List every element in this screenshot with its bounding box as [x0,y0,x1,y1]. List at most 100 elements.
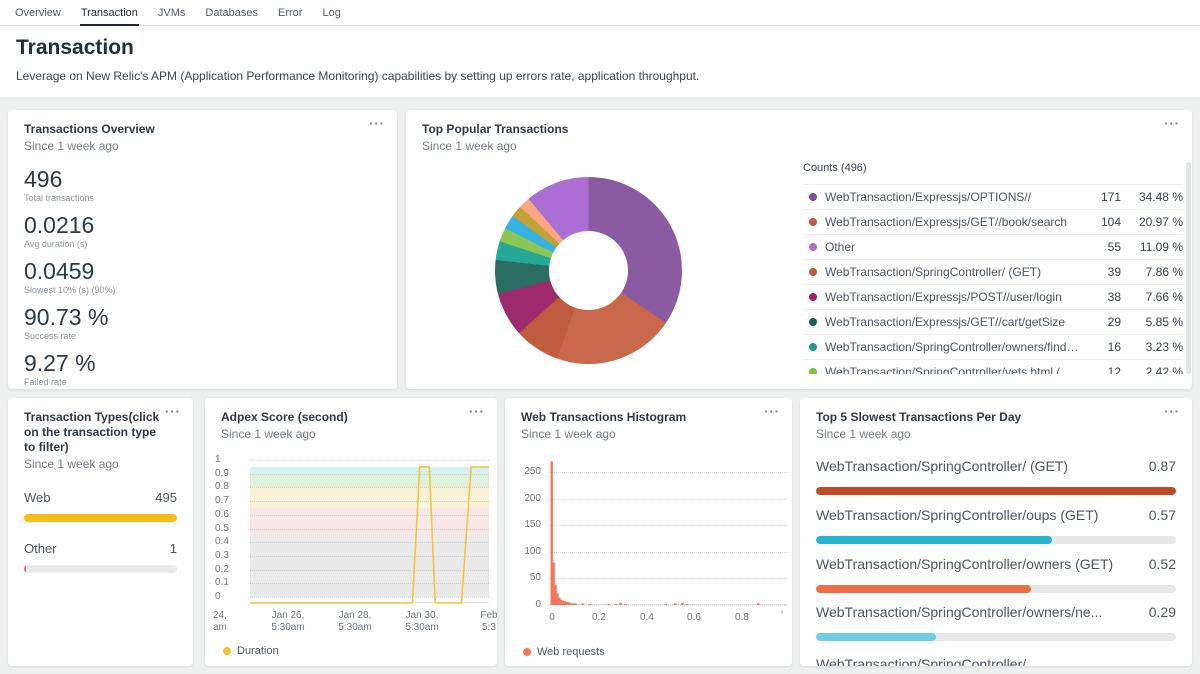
slow-transaction-row[interactable]: WebTransaction/SpringController/owners (… [816,556,1176,593]
card-subtitle: Since 1 week ago [221,427,481,441]
card-subtitle: Since 1 week ago [24,457,163,471]
transaction-pct: 20.97 % [1121,215,1183,229]
transaction-pct: 11.09 % [1121,240,1183,254]
legend-row[interactable]: WebTransaction/SpringController/ (GET) 3… [803,259,1183,284]
transaction-pct: 7.86 % [1121,265,1183,279]
type-bar-track [24,565,177,573]
slow-transaction-row[interactable]: WebTransaction/SpringController/owners/n… [816,604,1176,641]
type-value: 1 [170,541,177,556]
stat-value: 9.27 % [24,350,397,376]
series-color-dot [809,318,817,326]
transaction-name: WebTransaction/SpringController/... [816,656,1048,666]
ellipsis-menu-icon[interactable]: ··· [469,404,485,419]
stat-total-transactions: 496 Total transactions [24,166,397,203]
tab-bar: Overview Transaction JVMs Databases Erro… [0,0,1200,26]
histogram-chart[interactable] [548,460,787,605]
legend-row[interactable]: WebTransaction/Expressjs/OPTIONS// 171 3… [803,184,1183,209]
stat-value: 0.0216 [24,212,397,238]
transaction-name: WebTransaction/Expressjs/GET//book/searc… [825,215,1087,229]
top-popular-transactions-card: Top Popular Transactions Since 1 week ag… [406,110,1192,389]
page-title: Transaction [16,36,1200,60]
duration-bar-track [816,585,1176,593]
slow-transaction-row[interactable]: WebTransaction/SpringController/ (GET) 0… [816,458,1176,495]
transaction-count: 171 [1087,190,1121,204]
legend-label: Duration [237,645,279,657]
stat-success-rate: 90.73 % Success rate [24,304,397,341]
card-subtitle: Since 1 week ago [521,427,776,441]
card-subtitle: Since 1 week ago [816,427,1176,441]
transaction-pct: 2.42 % [1121,365,1183,374]
stat-label: Failed rate [24,377,397,387]
stat-failed-rate: 9.27 % Failed rate [24,350,397,387]
transaction-name: WebTransaction/Expressjs/GET//cart/getSi… [825,315,1087,329]
adpex-legend: Duration [223,645,279,657]
type-row-web[interactable]: Web 495 [24,490,177,522]
series-color-dot [809,243,817,251]
legend-row[interactable]: Other 55 11.09 % [803,234,1183,259]
duration-bar-track [816,487,1176,495]
transaction-name: WebTransaction/SpringController/oups (GE… [816,507,1108,523]
transaction-name: WebTransaction/SpringController/ (GET) [816,458,1078,474]
legend-row[interactable]: WebTransaction/Expressjs/GET//cart/getSi… [803,309,1183,334]
ellipsis-menu-icon[interactable]: ··· [1164,116,1180,131]
legend-row[interactable]: WebTransaction/SpringController/vets.htm… [803,359,1183,374]
transaction-pct: 3.23 % [1121,340,1183,354]
transaction-count: 104 [1087,215,1121,229]
type-row-other[interactable]: Other 1 [24,541,177,573]
tab-log[interactable]: Log [321,5,341,25]
tab-error[interactable]: Error [277,5,303,25]
stat-label: Slowest 10% (s) (90%) [24,285,397,295]
ellipsis-menu-icon[interactable]: ··· [1164,404,1180,419]
transaction-pct: 5.85 % [1121,315,1183,329]
series-color-dot [809,218,817,226]
page-subtitle: Leverage on New Relic's APM (Application… [16,69,1200,83]
donut-chart[interactable] [495,177,682,364]
transaction-name: WebTransaction/SpringController/vets.htm… [825,365,1087,374]
transaction-name: WebTransaction/SpringController/owners/n… [816,604,1112,620]
transaction-count: 39 [1087,265,1121,279]
ellipsis-menu-icon[interactable]: ··· [764,404,780,419]
transaction-name: WebTransaction/SpringController/owners/f… [825,340,1087,354]
duration-series-dot [223,647,231,655]
legend-row[interactable]: WebTransaction/Expressjs/POST//user/logi… [803,284,1183,309]
transaction-name: WebTransaction/Expressjs/POST//user/logi… [825,290,1087,304]
ellipsis-menu-icon[interactable]: ··· [165,404,181,419]
card-title: Transactions Overview [24,122,381,137]
transactions-overview-card: Transactions Overview Since 1 week ago ·… [8,110,397,389]
ellipsis-menu-icon[interactable]: ··· [369,116,385,131]
duration-bar-fill [816,633,936,641]
tab-overview[interactable]: Overview [14,5,62,25]
stats-list: 496 Total transactions 0.0216 Avg durati… [24,166,397,387]
transaction-count: 16 [1087,340,1121,354]
tab-databases[interactable]: Databases [204,5,259,25]
tab-transaction[interactable]: Transaction [80,5,139,26]
top-5-slowest-card: Top 5 Slowest Transactions Per Day Since… [800,398,1192,666]
type-bar-fill [24,565,26,573]
type-label: Web [24,490,51,505]
type-bar-track [24,514,177,522]
slow-transaction-row[interactable]: WebTransaction/SpringController/... [816,656,1176,666]
stat-value: 90.73 % [24,304,397,330]
adpex-score-card: Adpex Score (second) Since 1 week ago ··… [205,398,497,666]
duration-bar-track [816,536,1176,544]
legend-row[interactable]: WebTransaction/SpringController/owners/f… [803,334,1183,359]
transaction-name: Other [825,240,1087,254]
type-label: Other [24,541,57,556]
legend-scrollbar[interactable] [1186,162,1191,374]
transaction-types-card: Transaction Types(click on the transacti… [8,398,193,666]
transaction-duration: 0.29 [1149,604,1176,620]
tab-jvms[interactable]: JVMs [157,5,187,25]
type-bar-fill [24,514,177,522]
stat-label: Total transactions [24,193,397,203]
adpex-line-chart[interactable] [250,460,489,603]
transaction-count: 12 [1087,365,1121,374]
slow-transaction-row[interactable]: WebTransaction/SpringController/oups (GE… [816,507,1176,544]
stat-slowest-10: 0.0459 Slowest 10% (s) (90%) [24,258,397,295]
duration-bar-fill [816,536,1052,544]
legend-row[interactable]: WebTransaction/Expressjs/GET//book/searc… [803,209,1183,234]
series-color-dot [809,193,817,201]
card-subtitle: Since 1 week ago [422,139,1176,153]
web-requests-series-dot [523,648,531,656]
card-title: Transaction Types(click on the transacti… [24,410,163,455]
series-color-dot [809,343,817,351]
